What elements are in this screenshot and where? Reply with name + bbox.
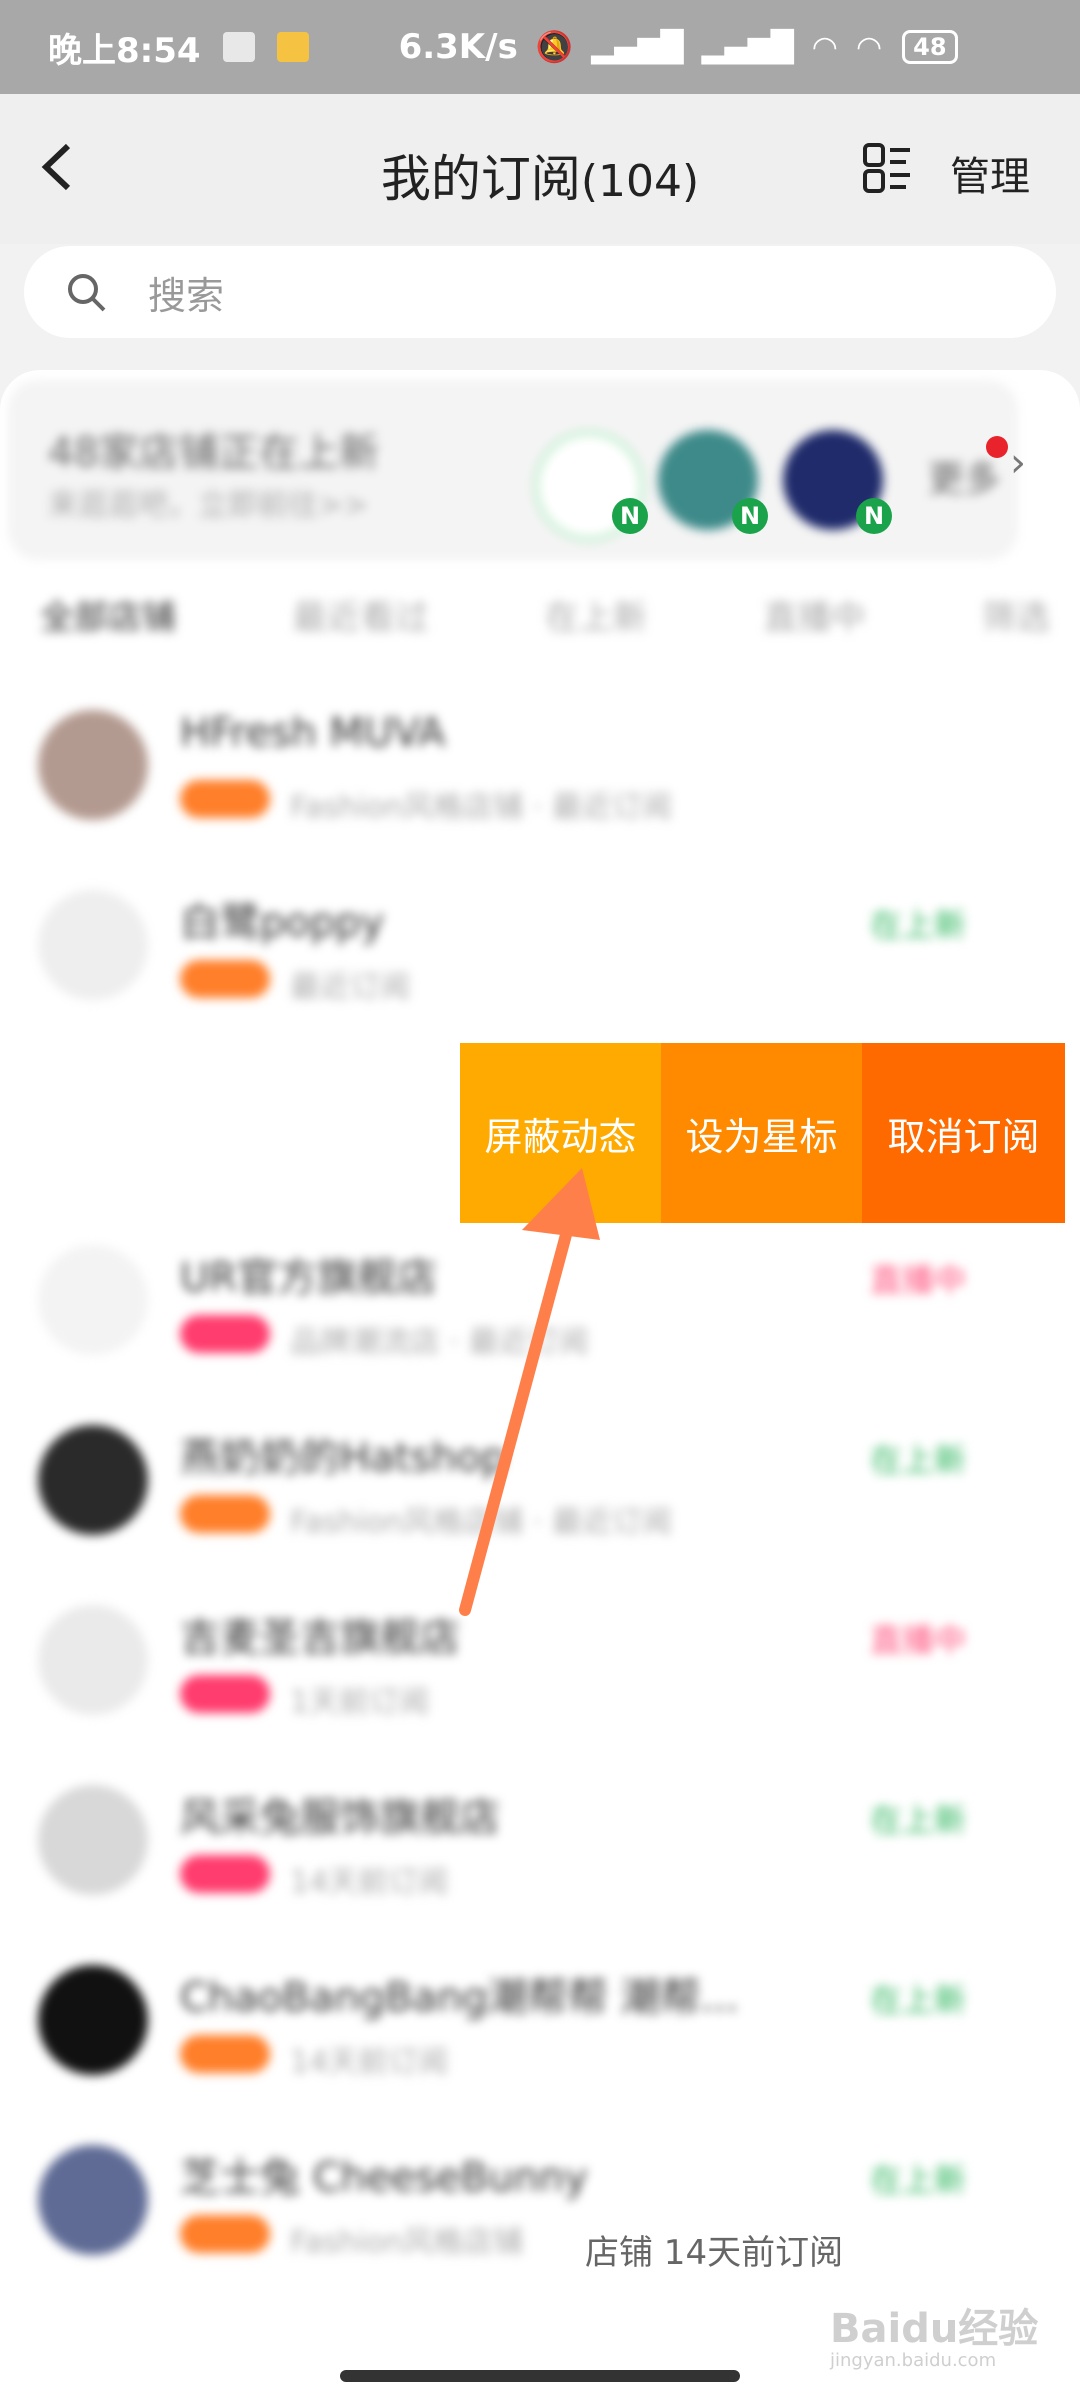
wifi-icon-2: ◠	[855, 29, 883, 65]
list-item[interactable]: 燕奶奶的Hatshop Fashion风格店铺 · 最近订阅 在上新	[0, 1405, 1080, 1585]
shop-sub: 品牌潮流店 · 最近订阅	[290, 1325, 589, 1360]
shop-name: 风采兔服饰旗舰店	[180, 1795, 500, 1841]
notification-dot	[986, 436, 1008, 458]
shop-tag	[180, 960, 270, 998]
shop-name: 芝士兔 CheeseBunny	[180, 2155, 588, 2201]
shop-avatar	[38, 2145, 148, 2255]
shop-status: 直播中	[870, 1261, 967, 1299]
chevron-right-icon[interactable]: ›	[1010, 440, 1026, 486]
shop-avatar	[38, 1785, 148, 1895]
tab-filter[interactable]: 筛选	[982, 590, 1050, 639]
shop-sub: Fashion风格店铺	[290, 2225, 524, 2260]
battery-icon: 48	[902, 30, 958, 64]
shop-status: 在上新	[870, 906, 967, 944]
list-item[interactable]: HFresh MUVA Fashion风格店铺 · 最近订阅	[0, 690, 1080, 870]
star-button[interactable]: 设为星标	[661, 1043, 862, 1223]
search-input[interactable]: 搜索	[148, 265, 224, 320]
watermark-url: jingyan.baidu.com	[830, 2350, 997, 2371]
new-badge-icon: N	[732, 498, 768, 534]
shop-sub: 最近订阅	[290, 970, 410, 1005]
baidu-watermark: Baidu经验	[830, 2306, 1039, 2352]
tab-new-arrivals[interactable]: 在上新	[545, 590, 647, 639]
header: 我的订阅(104) 管理	[0, 94, 1080, 244]
shop-sub: Fashion风格店铺 · 最近订阅	[290, 1505, 672, 1540]
status-time: 晚上8:54	[48, 30, 201, 71]
shop-avatar	[38, 1245, 148, 1355]
list-item[interactable]: 芝士兔 CheeseBunny Fashion风格店铺 在上新	[0, 2125, 1080, 2305]
shop-name: 燕奶奶的Hatshop	[180, 1435, 507, 1481]
shop-avatar	[38, 1605, 148, 1715]
status-bar: 晚上8:54 6.3K/s 🔕 ▂▄▆█ ▂▄▆█ ◠ ◠ 48	[0, 0, 1080, 94]
search-bar[interactable]: 搜索	[24, 246, 1056, 338]
shop-tag	[180, 780, 270, 818]
filter-tabs: 全部店铺 最近看过 在上新 直播中 筛选	[40, 590, 1050, 639]
shop-name: ChaoBangBang潮帮帮 潮帮...	[180, 1975, 739, 2021]
shop-avatar	[38, 710, 148, 820]
shop-name: UR官方旗舰店	[180, 1255, 438, 1301]
manage-button[interactable]: 管理	[950, 144, 1030, 202]
shop-sub: 14天前订阅	[290, 2045, 449, 2080]
swipe-actions: 屏蔽动态 设为星标 取消订阅	[460, 1043, 1065, 1223]
new-arrivals-card[interactable]: 48家店铺正在上新 来逛逛吧，立即前往>> 更多	[8, 380, 1018, 560]
shop-tag	[180, 1675, 270, 1713]
tab-live[interactable]: 直播中	[764, 590, 866, 639]
shop-avatar	[38, 890, 148, 1000]
shop-tag	[180, 1315, 270, 1353]
list-item[interactable]: 吉麦圣吉旗舰店 1天前订阅 直播中	[0, 1585, 1080, 1765]
shop-avatar	[38, 1965, 148, 2075]
shop-tag	[180, 2035, 270, 2073]
shop-status: 在上新	[870, 2161, 967, 2199]
shop-status: 在上新	[870, 1441, 967, 1479]
shop-sub: 14天前订阅	[290, 1865, 449, 1900]
visible-sub-text: 店铺 14天前订阅	[585, 2233, 844, 2273]
shop-status: 在上新	[870, 1981, 967, 2019]
list-item[interactable]: 白鹭poppy 最近订阅 在上新	[0, 870, 1080, 1050]
tab-recently-viewed[interactable]: 最近看过	[293, 590, 429, 639]
list-item[interactable]: 风采兔服饰旗舰店 14天前订阅 在上新	[0, 1765, 1080, 1945]
shop-tag	[180, 2215, 270, 2253]
signal-icon-2: ▂▄▆█	[701, 29, 794, 65]
shop-status: 在上新	[870, 1801, 967, 1839]
shop-name: 吉麦圣吉旗舰店	[180, 1615, 460, 1661]
shop-name: 白鹭poppy	[180, 900, 385, 946]
mute-updates-button[interactable]: 屏蔽动态	[460, 1043, 661, 1223]
shop-name: HFresh MUVA	[180, 710, 446, 756]
home-indicator[interactable]	[340, 2370, 740, 2382]
network-speed: 6.3K/s	[398, 27, 518, 67]
download-icon	[276, 32, 309, 62]
shop-status: 直播中	[870, 1621, 967, 1659]
new-badge-icon: N	[856, 498, 892, 534]
shop-tag	[180, 1855, 270, 1893]
list-item[interactable]: ChaoBangBang潮帮帮 潮帮... 14天前订阅 在上新	[0, 1945, 1080, 2125]
subscription-count: (104)	[580, 156, 700, 207]
page-title: 我的订阅(104)	[0, 139, 1080, 211]
more-label: 更多	[928, 459, 1001, 500]
shop-sub: Fashion风格店铺 · 最近订阅	[290, 790, 672, 825]
gallery-icon	[222, 32, 255, 62]
signal-icon: ▂▄▆█	[591, 29, 684, 65]
mute-bell-icon: 🔕	[535, 29, 574, 65]
title-text: 我的订阅	[380, 150, 581, 208]
promo-title: 48家店铺正在上新	[48, 430, 379, 476]
search-icon	[68, 274, 106, 312]
promo-subtitle: 来逛逛吧，立即前往>>	[48, 488, 369, 523]
list-item[interactable]: UR官方旗舰店 品牌潮流店 · 最近订阅 直播中	[0, 1225, 1080, 1405]
new-badge-icon: N	[612, 498, 648, 534]
tab-all-shops[interactable]: 全部店铺	[40, 590, 176, 639]
shop-avatar	[38, 1425, 148, 1535]
shop-sub: 1天前订阅	[290, 1685, 430, 1720]
layout-grid-icon[interactable]	[862, 142, 912, 194]
shop-tag	[180, 1495, 270, 1533]
unsubscribe-button[interactable]: 取消订阅	[862, 1043, 1065, 1223]
wifi-icon: ◠	[811, 29, 838, 65]
